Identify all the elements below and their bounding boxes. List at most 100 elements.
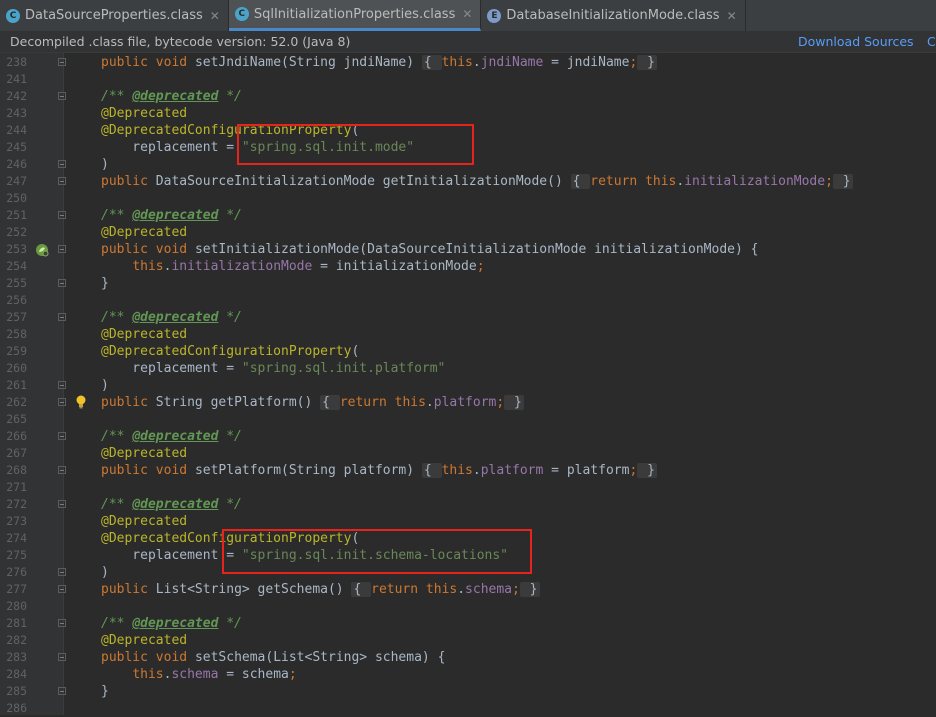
code-token: this [132, 259, 164, 274]
code-token: setInitializationMode(DataSourceInitiali… [194, 242, 759, 257]
code-token: /** [101, 497, 133, 512]
fold-toggle-icon[interactable] [58, 381, 66, 389]
code-line: 252 @Deprecated [0, 224, 936, 241]
tab-label: DatabaseInitializationMode.class [506, 8, 720, 23]
code-text: public String getPlatform() { return thi… [101, 394, 524, 411]
code-text: public void setPlatform(String platform)… [101, 462, 657, 479]
code-text: ) [101, 564, 109, 581]
code-token: } [519, 582, 540, 597]
line-number: 250 [6, 191, 27, 205]
tab-0[interactable]: C DataSourceProperties.class ✕ [0, 0, 229, 31]
close-icon[interactable]: ✕ [462, 7, 472, 21]
code-text: /** @deprecated */ [101, 615, 242, 632]
code-token: . [425, 395, 434, 410]
code-text: } [101, 275, 109, 292]
highlight-box-mode [237, 124, 474, 165]
code-token: ; [288, 667, 297, 682]
code-token: @deprecated [132, 429, 219, 444]
code-token: public [101, 463, 156, 478]
code-text: @Deprecated [101, 326, 187, 343]
code-token: ; [512, 582, 520, 597]
code-token: @deprecated [132, 497, 219, 512]
close-icon[interactable]: ✕ [727, 9, 737, 23]
close-icon[interactable]: ✕ [210, 9, 220, 23]
lightbulb-icon[interactable] [76, 395, 86, 409]
line-number: 246 [6, 157, 27, 171]
line-number: 267 [6, 446, 27, 460]
fold-toggle-icon[interactable] [58, 313, 66, 321]
fold-toggle-icon[interactable] [58, 585, 66, 593]
choose-sources-link[interactable]: C [927, 31, 936, 52]
fold-toggle-icon[interactable] [58, 92, 66, 100]
code-token: return this [590, 174, 677, 189]
line-number: 243 [6, 106, 27, 120]
line-number: 254 [6, 259, 27, 273]
line-number: 257 [6, 310, 27, 324]
fold-toggle-icon[interactable] [58, 432, 66, 440]
code-text: /** @deprecated */ [101, 88, 242, 105]
fold-toggle-icon[interactable] [58, 398, 66, 406]
code-text: ) [101, 377, 109, 394]
line-number: 266 [6, 429, 27, 443]
fold-toggle-icon[interactable] [58, 568, 66, 576]
code-line: 267 @Deprecated [0, 445, 936, 462]
code-token: = initializationMode [312, 259, 477, 274]
fold-toggle-icon[interactable] [58, 211, 66, 219]
code-token: return this [339, 395, 426, 410]
code-token: } [832, 174, 853, 189]
code-token: initializationMode [171, 259, 313, 274]
code-line: 271 [0, 479, 936, 496]
decompiled-notice-bar: Decompiled .class file, bytecode version… [0, 31, 936, 53]
code-text: /** @deprecated */ [101, 496, 242, 513]
code-line: 253 public void setInitializationMode(Dat… [0, 241, 936, 258]
code-text: @DeprecatedConfigurationProperty( [101, 343, 359, 360]
tab-1[interactable]: C SqlInitializationProperties.class ✕ [228, 0, 482, 31]
code-token: */ [218, 89, 242, 104]
code-token: ; [825, 174, 833, 189]
fold-toggle-icon[interactable] [58, 58, 66, 66]
code-token: public [101, 55, 156, 70]
code-text: @Deprecated [101, 105, 187, 122]
fold-toggle-icon[interactable] [58, 160, 66, 168]
code-line: 273 @Deprecated [0, 513, 936, 530]
code-token: . [457, 582, 466, 597]
fold-toggle-icon[interactable] [58, 687, 66, 695]
fold-toggle-icon[interactable] [58, 177, 66, 185]
code-token: this [132, 667, 164, 682]
spring-bean-icon[interactable] [35, 243, 49, 257]
tab-2[interactable]: E DatabaseInitializationMode.class ✕ [481, 0, 746, 31]
line-number: 251 [6, 208, 27, 222]
code-line: 257 /** @deprecated */ [0, 309, 936, 326]
line-number: 238 [6, 55, 27, 69]
download-sources-link[interactable]: Download Sources [798, 31, 914, 52]
line-number: 259 [6, 344, 27, 358]
code-line: 277 public List<String> getSchema() { ret… [0, 581, 936, 598]
fold-toggle-icon[interactable] [58, 500, 66, 508]
line-number: 273 [6, 514, 27, 528]
editor-tab-bar: C DataSourceProperties.class ✕ C SqlInitiali… [0, 0, 936, 32]
code-token: public [101, 582, 156, 597]
code-token: ) [101, 378, 109, 393]
line-number: 272 [6, 497, 27, 511]
line-number: 282 [6, 633, 27, 647]
code-token: */ [218, 208, 242, 223]
fold-toggle-icon[interactable] [58, 279, 66, 287]
code-line: 243 @Deprecated [0, 105, 936, 122]
code-token: @deprecated [132, 89, 219, 104]
code-token: @DeprecatedConfigurationProperty [101, 344, 352, 359]
fold-toggle-icon[interactable] [58, 619, 66, 627]
code-token: @Deprecated [101, 514, 188, 529]
fold-toggle-icon[interactable] [58, 466, 66, 474]
line-number: 245 [6, 140, 27, 154]
class-icon: C [234, 7, 249, 21]
code-token: this [441, 55, 473, 70]
line-number: 268 [6, 463, 27, 477]
line-number: 262 [6, 395, 27, 409]
code-token: */ [218, 616, 242, 631]
fold-toggle-icon[interactable] [58, 653, 66, 661]
code-token: @Deprecated [101, 106, 188, 121]
code-token: /** [101, 429, 133, 444]
line-number: 276 [6, 565, 27, 579]
fold-toggle-icon[interactable] [58, 245, 66, 253]
